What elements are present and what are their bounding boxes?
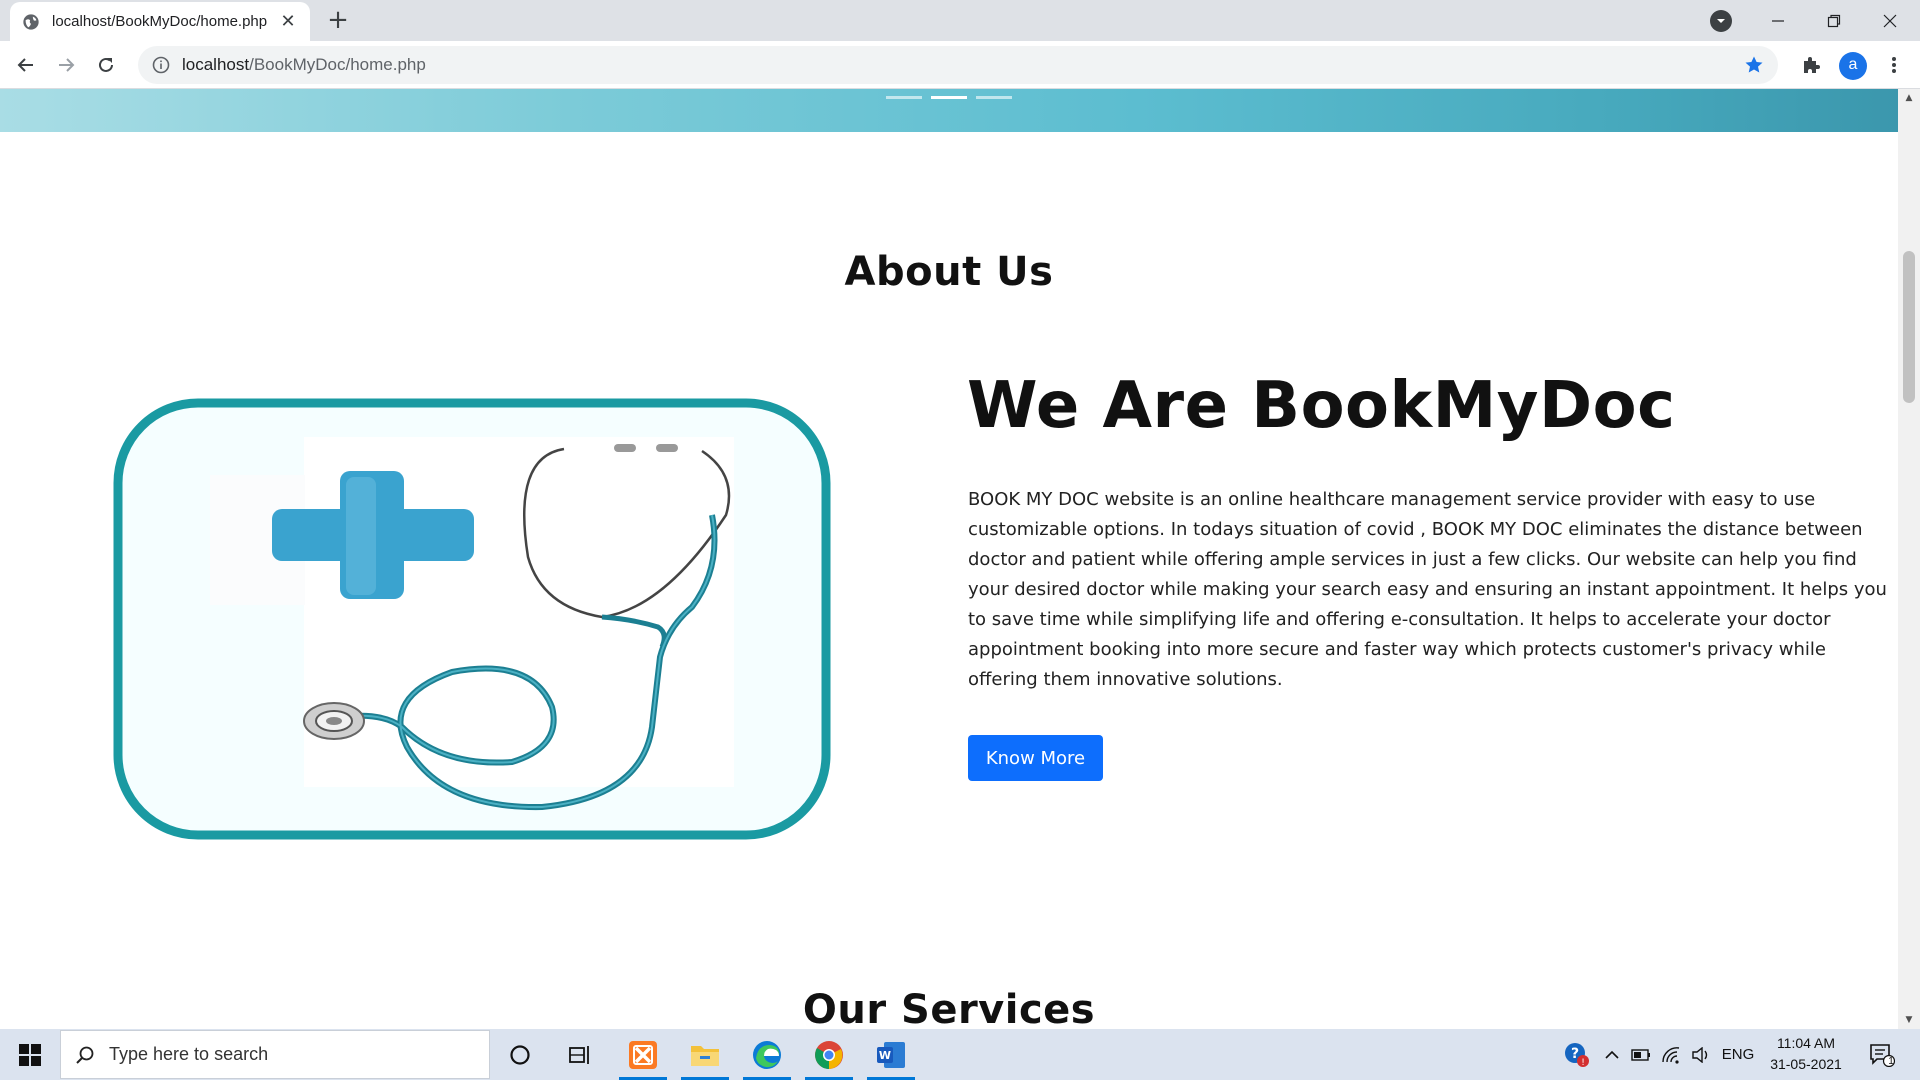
address-bar[interactable]: localhost/BookMyDoc/home.php xyxy=(138,46,1778,84)
globe-icon xyxy=(23,13,39,30)
clock-date: 31-05-2021 xyxy=(1770,1056,1842,1072)
page-viewport: About Us We Are BookMyDoc BOOK MY DOC we… xyxy=(0,89,1898,1029)
services-heading: Our Services xyxy=(802,987,1096,1029)
taskbar-app-xampp[interactable] xyxy=(613,1029,673,1080)
clock-time: 11:04 AM xyxy=(1776,1035,1836,1051)
main-title: We Are BookMyDoc xyxy=(967,369,1676,443)
windows-taskbar: Type here to search W ?! ENG 11:04 AM 31… xyxy=(0,1029,1920,1080)
notification-count: 1 xyxy=(1888,1056,1894,1067)
taskbar-app-chrome[interactable] xyxy=(799,1029,859,1080)
about-description: BOOK MY DOC website is an online healthc… xyxy=(968,489,1887,690)
url-path: /BookMyDoc/home.php xyxy=(249,55,426,74)
extensions-button[interactable] xyxy=(1797,51,1825,79)
know-more-button[interactable]: Know More xyxy=(968,735,1103,781)
minimize-button[interactable] xyxy=(1750,0,1806,41)
taskbar-app-word[interactable]: W xyxy=(861,1029,921,1080)
kebab-menu-icon xyxy=(1892,57,1896,73)
forward-button[interactable] xyxy=(50,49,82,81)
edge-icon xyxy=(753,1040,781,1069)
xampp-icon xyxy=(629,1040,657,1069)
wifi-icon xyxy=(1662,1046,1680,1064)
close-icon[interactable]: ✕ xyxy=(278,11,298,32)
about-heading: About Us xyxy=(844,249,1054,295)
arrow-left-icon xyxy=(17,58,33,72)
show-hidden-icons-button[interactable] xyxy=(1600,1029,1624,1080)
start-button[interactable] xyxy=(0,1029,60,1080)
restore-icon xyxy=(1827,14,1841,27)
speaker-icon xyxy=(1692,1046,1708,1063)
url-host: localhost xyxy=(182,55,250,74)
taskbar-app-file-explorer[interactable] xyxy=(675,1029,735,1080)
browser-toolbar: localhost/BookMyDoc/home.php a xyxy=(0,41,1920,89)
svg-text:W: W xyxy=(879,1049,891,1062)
chrome-icon xyxy=(815,1040,843,1069)
scroll-up-icon[interactable]: ▲ xyxy=(1898,89,1920,107)
task-view-icon xyxy=(569,1045,589,1064)
chevron-up-icon xyxy=(1605,1050,1619,1059)
tab-title: localhost/BookMyDoc/home.php xyxy=(52,13,268,30)
reload-button[interactable] xyxy=(90,49,122,81)
cortana-icon xyxy=(510,1044,530,1065)
search-placeholder: Type here to search xyxy=(109,1044,269,1064)
help-icon: ?! xyxy=(1565,1042,1589,1068)
profile-avatar[interactable]: a xyxy=(1839,52,1867,80)
chevron-down-icon xyxy=(1717,19,1725,23)
windows-logo-icon xyxy=(19,1043,41,1066)
browser-tab[interactable]: localhost/BookMyDoc/home.php ✕ xyxy=(10,2,310,41)
taskbar-clock[interactable]: 11:04 AM 31-05-2021 xyxy=(1758,1033,1854,1075)
tab-search-button[interactable] xyxy=(1710,10,1732,32)
info-icon[interactable] xyxy=(152,56,170,74)
scroll-down-icon[interactable]: ▼ xyxy=(1898,1011,1920,1029)
page-scrollbar[interactable]: ▲ ▼ xyxy=(1898,89,1920,1029)
puzzle-icon xyxy=(1804,57,1820,73)
browser-tab-strip: localhost/BookMyDoc/home.php ✕ + xyxy=(0,0,1920,41)
folder-icon xyxy=(691,1045,719,1066)
help-tray-button[interactable]: ?! xyxy=(1562,1029,1592,1080)
close-icon xyxy=(1883,14,1897,27)
restore-button[interactable] xyxy=(1806,0,1862,41)
cortana-button[interactable] xyxy=(490,1029,550,1080)
url-text: localhost/BookMyDoc/home.php xyxy=(182,55,426,75)
battery-tray-button[interactable] xyxy=(1628,1029,1654,1080)
taskbar-search[interactable]: Type here to search xyxy=(60,1030,490,1079)
scroll-thumb[interactable] xyxy=(1903,251,1915,403)
close-window-button[interactable] xyxy=(1862,0,1918,41)
task-view-button[interactable] xyxy=(550,1029,610,1080)
hero-carousel xyxy=(0,89,1898,132)
star-icon[interactable] xyxy=(1744,55,1764,75)
carousel-indicator-2[interactable] xyxy=(931,96,967,99)
menu-button[interactable] xyxy=(1880,51,1908,79)
volume-tray-button[interactable] xyxy=(1688,1029,1714,1080)
new-tab-button[interactable]: + xyxy=(324,6,352,34)
taskbar-app-edge[interactable] xyxy=(737,1029,797,1080)
back-button[interactable] xyxy=(10,49,42,81)
language-indicator[interactable]: ENG xyxy=(1718,1029,1758,1080)
carousel-indicator-1[interactable] xyxy=(886,96,922,99)
svg-text:!: ! xyxy=(1581,1058,1585,1068)
battery-icon xyxy=(1631,1048,1650,1061)
action-center-button[interactable]: 1 xyxy=(1862,1029,1902,1080)
reload-icon xyxy=(99,57,113,72)
stethoscope-illustration xyxy=(113,398,831,840)
carousel-indicator-3[interactable] xyxy=(976,96,1012,99)
network-tray-button[interactable] xyxy=(1658,1029,1684,1080)
arrow-right-icon xyxy=(59,58,75,72)
minimize-icon xyxy=(1772,19,1784,22)
search-icon xyxy=(76,1046,94,1064)
word-icon: W xyxy=(877,1041,905,1068)
